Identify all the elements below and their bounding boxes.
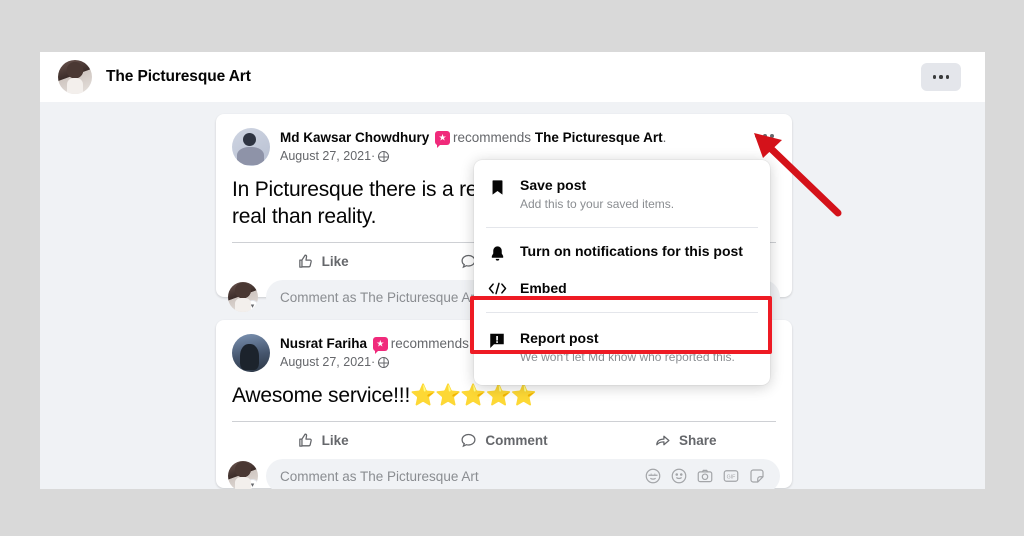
comment-button[interactable]: Comment: [413, 422, 594, 459]
post-options-dropdown: Save post Add this to your saved items. …: [474, 160, 770, 385]
page-header: The Picturesque Art: [40, 52, 790, 102]
post-author-name[interactable]: Md Kawsar Chowdhury: [280, 130, 429, 145]
menu-divider: [486, 312, 758, 313]
menu-item-subtitle: Add this to your saved items.: [520, 197, 675, 211]
recommends-label: recommends: [453, 130, 532, 145]
recommends-label: recommends: [390, 336, 469, 351]
composer-avatar[interactable]: ▾: [228, 282, 258, 312]
menu-item-title: Report post: [520, 330, 599, 346]
bell-icon: [486, 242, 508, 263]
header-more-options-button[interactable]: [921, 63, 961, 91]
page-title: The Picturesque Art: [106, 68, 251, 85]
dot-icon: [770, 134, 774, 138]
sticker-icon[interactable]: [748, 467, 766, 485]
comment-placeholder: Comment as The Picturesque Art: [280, 468, 479, 484]
post-target-page[interactable]: The Picturesque Art: [535, 130, 663, 145]
gif-icon[interactable]: GIF: [722, 467, 740, 485]
svg-text:GIF: GIF: [727, 474, 736, 480]
menu-item-title: Embed: [520, 280, 567, 296]
dot-icon: [762, 134, 767, 138]
like-button[interactable]: Like: [232, 422, 413, 459]
post-date[interactable]: August 27, 2021: [280, 149, 371, 163]
chevron-down-icon[interactable]: ▾: [246, 300, 258, 312]
post-action-bar: Like Comment Share: [232, 421, 776, 459]
recommends-badge-icon: ★: [435, 131, 451, 148]
post-header: Md Kawsar Chowdhury ★ recommends The Pict…: [216, 114, 792, 166]
comment-label: Comment: [485, 433, 548, 448]
avatar-emoji-icon[interactable]: [644, 467, 662, 485]
dot-icon: [932, 75, 937, 79]
comment-input[interactable]: Comment as The Picturesque Art GIF: [266, 459, 780, 489]
menu-divider: [486, 227, 758, 228]
comment-placeholder: Comment as The Picturesque Art: [280, 289, 479, 305]
facebook-page-window: The Picturesque Art Md Kawsar Chowdhury …: [40, 52, 985, 489]
bookmark-icon: [486, 176, 508, 197]
menu-item-report-post[interactable]: Report post We won't let Md know who rep…: [474, 319, 770, 375]
post-body-line-1: Awesome service!!!: [232, 384, 411, 407]
dot-icon: [945, 75, 950, 79]
menu-item-subtitle: We won't let Md know who reported this.: [520, 350, 735, 364]
comment-composer: ▾ Comment as The Picturesque Art GIF: [228, 459, 780, 489]
share-button[interactable]: Share: [595, 422, 776, 459]
dot-icon: [755, 134, 759, 138]
page-header-right: [790, 52, 985, 102]
like-button[interactable]: Like: [232, 243, 413, 280]
menu-item-title: Turn on notifications for this post: [520, 243, 743, 259]
menu-item-turn-on-notifications[interactable]: Turn on notifications for this post: [474, 234, 770, 271]
page-avatar[interactable]: [58, 60, 92, 94]
smiley-icon[interactable]: [670, 467, 688, 485]
author-avatar[interactable]: [232, 334, 270, 372]
menu-item-title: Save post: [520, 177, 587, 193]
post-byline: Md Kawsar Chowdhury ★ recommends The Pict…: [280, 129, 667, 148]
code-icon: [486, 279, 508, 296]
composer-avatar[interactable]: ▾: [228, 461, 258, 489]
post-more-options-button[interactable]: [753, 128, 776, 144]
post-byline-period: .: [662, 130, 667, 145]
chevron-down-icon[interactable]: ▾: [246, 479, 258, 489]
dot-icon: [939, 75, 943, 79]
camera-icon[interactable]: [696, 467, 714, 485]
globe-privacy-icon: [378, 151, 390, 162]
post-author-name[interactable]: Nusrat Fariha: [280, 336, 367, 351]
recommends-badge-icon: ★: [372, 337, 388, 354]
like-label: Like: [321, 254, 349, 269]
menu-item-save-post[interactable]: Save post Add this to your saved items.: [474, 168, 770, 221]
post-date[interactable]: August 27, 2021: [280, 355, 371, 369]
menu-item-embed[interactable]: Embed: [474, 271, 770, 306]
share-label: Share: [679, 433, 717, 448]
globe-privacy-icon: [378, 357, 390, 368]
author-avatar[interactable]: [232, 128, 270, 166]
star-rating: ⭐⭐⭐⭐⭐: [410, 384, 537, 407]
report-flag-icon: [486, 329, 508, 350]
composer-icons: GIF: [644, 467, 766, 485]
like-label: Like: [321, 433, 349, 448]
